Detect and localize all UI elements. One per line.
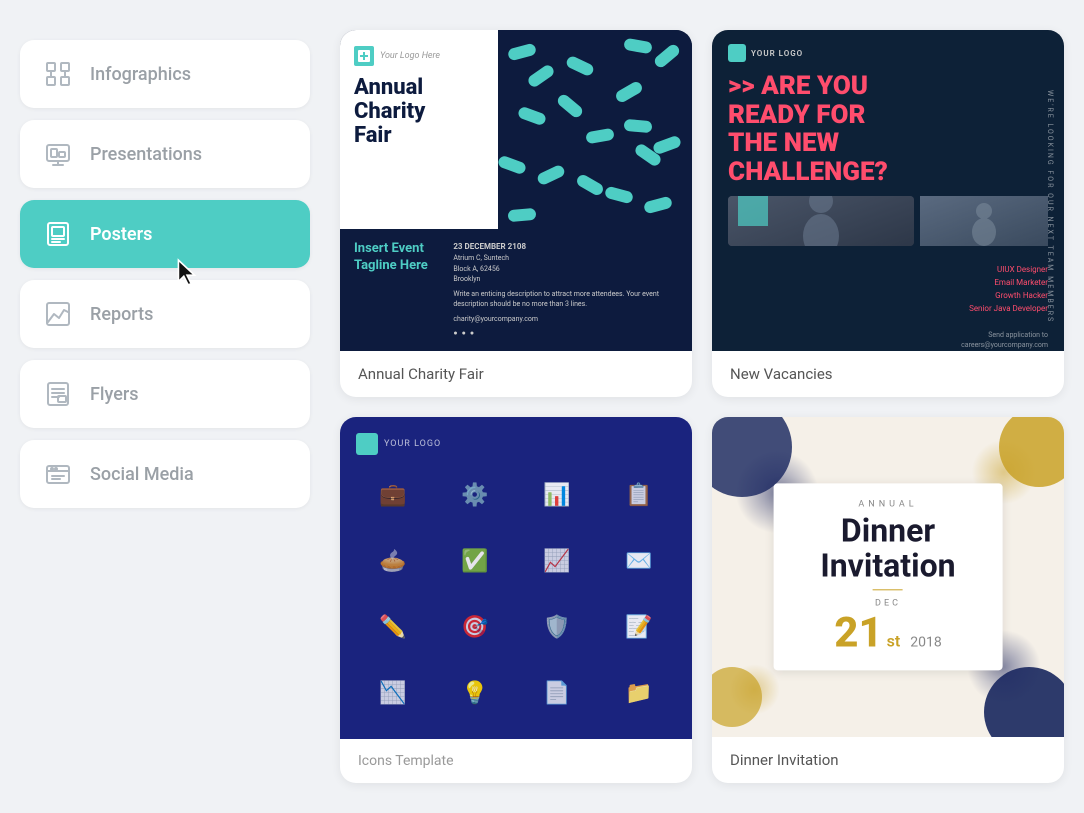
sidebar-item-reports[interactable]: Reports: [20, 280, 310, 348]
vacancies-photo-main: [728, 196, 914, 246]
vacancies-footer: Send application to careers@yourcompany.…: [712, 324, 1064, 351]
grid-icon-settings: ⚙️: [461, 483, 488, 508]
charity-title: AnnualCharityFair: [354, 76, 484, 149]
charity-venue: Atrium C, Suntech: [453, 253, 678, 264]
charity-date: 23 DECEMBER 2108: [453, 241, 678, 253]
vacancies-headline: >> ARE YOUREADY FORTHE NEWCHALLENGE?: [728, 72, 1048, 186]
grid-icon-doc: 📄: [543, 681, 570, 706]
sidebar-item-presentations[interactable]: Presentations: [20, 120, 310, 188]
card-dinner-invitation-label: Dinner Invitation: [712, 737, 1064, 783]
poster-icons: YOUR LOGO 💼 ⚙️ 📊 📋 🥧 ✅ 📈 ✉️: [340, 417, 692, 740]
vacancies-email: careers@yourcompany.com: [728, 340, 1048, 350]
dinner-sup: st: [887, 631, 901, 650]
grid-icon-check: ✅: [461, 549, 488, 574]
social-media-icon: [42, 458, 74, 490]
vac-role-0: UIUX Designer: [889, 264, 1048, 277]
sidebar-item-presentations-label: Presentations: [90, 144, 202, 165]
grid-icon-bag: 💼: [379, 483, 406, 508]
grid-icon-graph: 📉: [379, 681, 406, 706]
grid-icon-mail: ✉️: [625, 549, 652, 574]
dinner-watercolor-4: [727, 662, 782, 717]
grid-icon-bulb: 💡: [461, 681, 488, 706]
sidebar-item-flyers-label: Flyers: [90, 384, 138, 405]
charity-social-icons: ● ● ●: [453, 328, 678, 339]
dinner-inner-card: ANNUAL DinnerInvitation DEC 21 st 2018: [774, 483, 1003, 670]
sidebar-item-reports-label: Reports: [90, 304, 153, 325]
card-icons-template-image: YOUR LOGO 💼 ⚙️ 📊 📋 🥧 ✅ 📈 ✉️: [340, 417, 692, 740]
vac-role-1: Email Marketer: [889, 277, 1048, 290]
main-container: Infographics Presentations: [0, 0, 1084, 813]
squiggle-pattern: [498, 30, 692, 229]
vacancies-roles: UIUX Designer Email Marketer Growth Hack…: [712, 256, 1064, 323]
dinner-dec-text: DEC: [786, 598, 991, 608]
card-dinner-invitation[interactable]: ANNUAL DinnerInvitation DEC 21 st 2018 D…: [712, 417, 1064, 784]
sidebar-item-flyers[interactable]: Flyers: [20, 360, 310, 428]
grid-icon-bar: 📈: [543, 549, 570, 574]
vacancies-cta: Send application to: [728, 330, 1048, 341]
cursor-icon: [175, 258, 199, 288]
poster-dinner: ANNUAL DinnerInvitation DEC 21 st 2018: [712, 417, 1064, 738]
icons-logo: YOUR LOGO: [356, 433, 676, 455]
dinner-divider: [873, 589, 903, 590]
sidebar-item-social-media[interactable]: Social Media: [20, 440, 310, 508]
card-annual-charity-fair-image: Your Logo Here AnnualCharityFair: [340, 30, 692, 351]
charity-tagline: Insert Event Tagline Here: [354, 241, 439, 275]
grid-icon-target: 🎯: [461, 615, 488, 640]
poster-charity-fair: Your Logo Here AnnualCharityFair: [340, 30, 692, 351]
grid-icon-pencil: ✏️: [379, 615, 406, 640]
sidebar-item-posters-label: Posters: [90, 224, 152, 245]
vac-role-2: Growth Hacker: [889, 290, 1048, 303]
sidebar-item-posters[interactable]: Posters: [20, 200, 310, 268]
card-new-vacancies-image: YOUR LOGO >> ARE YOUREADY FORTHE NEWCHAL…: [712, 30, 1064, 351]
card-icons-template-label: Icons Template: [340, 739, 692, 783]
icons-grid: 💼 ⚙️ 📊 📋 🥧 ✅ 📈 ✉️ ✏️ 🎯 �: [356, 467, 676, 724]
card-icons-template[interactable]: YOUR LOGO 💼 ⚙️ 📊 📋 🥧 ✅ 📈 ✉️: [340, 417, 692, 784]
icons-logo-text: YOUR LOGO: [384, 439, 441, 449]
vacancies-logo-text: YOUR LOGO: [751, 49, 803, 58]
card-dinner-invitation-image: ANNUAL DinnerInvitation DEC 21 st 2018: [712, 417, 1064, 738]
sidebar: Infographics Presentations: [20, 30, 330, 783]
sidebar-item-infographics-label: Infographics: [90, 64, 191, 85]
card-new-vacancies[interactable]: YOUR LOGO >> ARE YOUREADY FORTHE NEWCHAL…: [712, 30, 1064, 397]
dinner-title: DinnerInvitation: [786, 513, 991, 583]
infographics-icon: [42, 58, 74, 90]
flyers-icon: [42, 378, 74, 410]
sidebar-item-infographics[interactable]: Infographics: [20, 40, 310, 108]
dinner-annual-text: ANNUAL: [786, 499, 991, 509]
posters-icon: [42, 218, 74, 250]
charity-address: Block A, 62456: [453, 264, 678, 275]
dinner-year: 2018: [910, 634, 941, 650]
grid-icon-folder: 📁: [625, 681, 652, 706]
grid-icon-chart: 📊: [543, 483, 570, 508]
charity-city: Brooklyn: [453, 274, 678, 285]
grid-icon-list: 📝: [625, 615, 652, 640]
presentations-icon: [42, 138, 74, 170]
sidebar-item-social-media-label: Social Media: [90, 464, 194, 485]
vac-role-3: Senior Java Developer: [889, 303, 1048, 316]
card-new-vacancies-label: New Vacancies: [712, 351, 1064, 397]
grid-icon-shield: 🛡️: [543, 615, 570, 640]
vacancies-photo-small: [920, 196, 1048, 246]
card-annual-charity-fair[interactable]: Your Logo Here AnnualCharityFair: [340, 30, 692, 397]
grid-icon-clipboard: 📋: [625, 483, 652, 508]
charity-logo-text: Your Logo Here: [380, 51, 440, 61]
charity-details: 23 DECEMBER 2108 Atrium C, Suntech Block…: [453, 241, 678, 339]
card-annual-charity-fair-label: Annual Charity Fair: [340, 351, 692, 397]
charity-description: Write an enticing description to attract…: [453, 289, 678, 310]
grid-icon-pie: 🥧: [379, 549, 406, 574]
reports-icon: [42, 298, 74, 330]
dinner-day: 21: [834, 612, 882, 654]
charity-email: charity@yourcompany.com: [453, 314, 678, 325]
poster-vacancies: YOUR LOGO >> ARE YOUREADY FORTHE NEWCHAL…: [712, 30, 1064, 351]
content-grid: Your Logo Here AnnualCharityFair: [330, 30, 1064, 783]
